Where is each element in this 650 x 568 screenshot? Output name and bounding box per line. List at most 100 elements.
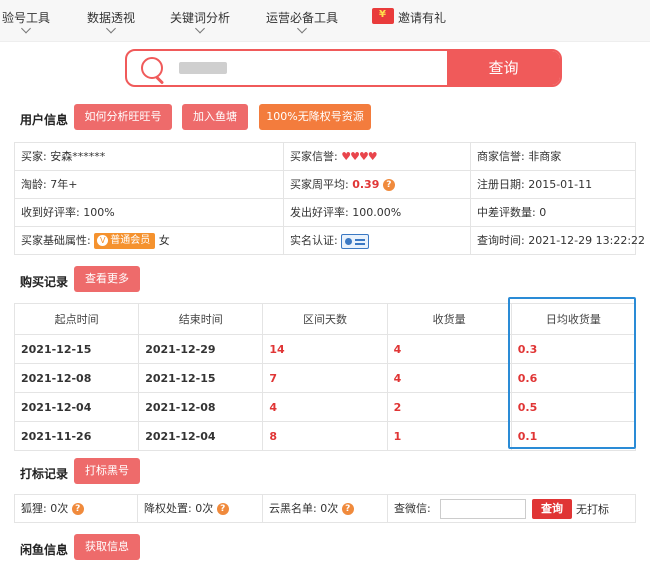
search-bar: 查询 [125,49,562,87]
fox-value: 0次 [50,502,69,515]
query-time-cell: 查询时间: 2021-12-29 13:22:22 [470,226,645,255]
received-rate-value: 100% [83,206,115,219]
nav-item-account-check[interactable]: 验号工具 [2,9,50,34]
help-icon[interactable]: ? [71,503,84,515]
how-to-analyze-button[interactable]: 如何分析旺旺号 [74,104,172,130]
help-icon[interactable]: ? [382,179,395,191]
gender-value: 女 [158,234,170,247]
nav-item-keyword-analysis[interactable]: 关键词分析 [170,9,230,34]
idle-fish-title: 闲鱼信息 [20,543,69,557]
view-more-button[interactable]: 查看更多 [74,266,140,292]
col-end-time: 结束时间 [138,303,264,335]
help-icon[interactable]: ? [341,503,354,515]
table-row: 2021-11-26 2021-12-04 8 1 0.1 [13,421,637,451]
days: 4 [262,392,388,422]
daily-avg: 0.1 [510,421,637,451]
received: 2 [386,392,512,422]
end-time: 2021-12-15 [138,363,264,393]
account-age-value: 7年+ [50,178,78,191]
col-daily-avg: 日均收货量 [510,303,637,335]
get-info-button[interactable]: 获取信息 [74,534,140,560]
weekly-avg-label: 买家周平均: [290,178,349,191]
daily-avg: 0.6 [510,363,637,393]
search-button[interactable]: 查询 [447,51,560,85]
user-info-title: 用户信息 [20,113,69,127]
join-pond-button[interactable]: 加入鱼塘 [182,104,248,130]
buyer-value: 安森****** [50,150,106,163]
account-age-label: 淘龄: [21,178,47,191]
blacklist-cell: 云黑名单: 0次 ? [262,494,388,523]
vip-icon: V [97,235,109,246]
buyer-credit-label: 买家信誉: [290,150,338,163]
register-date-cell: 注册日期: 2015-01-11 [470,170,636,199]
table-row: 2021-12-04 2021-12-08 4 2 0.5 [13,392,637,422]
purchase-table: 起点时间 结束时间 区间天数 收货量 日均收货量 2021-12-15 2021… [13,303,637,451]
seller-credit-value: 非商家 [528,150,562,163]
info-row: 收到好评率: 100% 发出好评率: 100.00% 中差评数量: 0 [14,198,636,227]
demotion-label: 降权处置: [144,502,192,515]
id-card-icon [341,233,370,249]
demotion-cell: 降权处置: 0次 ? [137,494,263,523]
buyer-cell: 买家: 安森****** [14,142,284,171]
realname-label: 实名认证: [290,234,338,247]
table-header-row: 起点时间 结束时间 区间天数 收货量 日均收货量 [13,303,637,335]
given-rate-value: 100.00% [352,206,402,219]
end-time: 2021-12-04 [138,421,264,451]
given-rate-label: 发出好评率: [290,206,349,219]
start-time: 2021-12-15 [13,334,140,364]
wechat-query-button[interactable]: 查询 [532,499,572,519]
received: 1 [386,421,512,451]
mark-black-button[interactable]: 打标黑号 [74,458,140,484]
bad-review-cell: 中差评数量: 0 [470,198,636,227]
help-icon[interactable]: ? [216,503,229,515]
start-time: 2021-12-08 [13,363,140,393]
heart-rating-icon: ♥♥♥♥ [341,150,377,163]
clean-accounts-button[interactable]: 100%无降权号资源 [259,104,371,130]
received: 4 [386,334,512,364]
account-age-cell: 淘龄: 7年+ [14,170,284,199]
end-time: 2021-12-08 [138,392,264,422]
daily-avg: 0.5 [510,392,637,422]
search-icon [141,57,163,79]
nav-item-invite[interactable]: 邀请有礼 [398,9,446,26]
end-time: 2021-12-29 [138,334,264,364]
chevron-down-icon [297,23,307,34]
info-row: 买家: 安森****** 买家信誉: ♥♥♥♥ 商家信誉: 非商家 [14,142,636,171]
given-rate-cell: 发出好评率: 100.00% [283,198,471,227]
chevron-down-icon [106,23,116,34]
chevron-down-icon [195,23,205,34]
mark-title: 打标记录 [20,467,69,481]
table-row: 2021-12-08 2021-12-15 7 4 0.6 [13,363,637,393]
search-input[interactable] [175,57,445,79]
weekly-avg-cell: 买家周平均: 0.39 ? [283,170,471,199]
member-badge: V 普通会员 [94,233,156,249]
table-row: 2021-12-15 2021-12-29 14 4 0.3 [13,334,637,364]
info-row: 买家基础属性: V 普通会员 女 实名认证: 查询时间: 2021-12-29 1… [14,226,645,255]
nav-item-ops-tools[interactable]: 运营必备工具 [266,9,338,34]
chevron-down-icon [21,23,31,34]
received-rate-cell: 收到好评率: 100% [14,198,284,227]
wechat-label: 查微信: [394,502,431,515]
blacklist-value: 0次 [320,502,339,515]
red-envelope-icon [372,8,394,24]
days: 7 [262,363,388,393]
col-received: 收货量 [386,303,512,335]
buyer-label: 买家: [21,150,47,163]
col-days: 区间天数 [262,303,388,335]
demotion-value: 0次 [195,502,214,515]
received: 4 [386,363,512,393]
daily-avg: 0.3 [510,334,637,364]
days: 8 [262,421,388,451]
register-date-value: 2015-01-11 [528,178,593,191]
wechat-input[interactable] [440,499,526,519]
buyer-credit-cell: 买家信誉: ♥♥♥♥ [283,142,471,171]
bad-review-value: 0 [539,206,547,219]
received-rate-label: 收到好评率: [21,206,80,219]
mark-row: 狐狸: 0次 ? 降权处置: 0次 ? 云黑名单: 0次 ? 查微信: 查询 无… [14,494,636,523]
query-time-label: 查询时间: [477,234,525,247]
register-date-label: 注册日期: [477,178,525,191]
fox-label: 狐狸: [21,502,47,515]
nav-item-data-pivot[interactable]: 数据透视 [87,9,135,34]
query-time-value: 2021-12-29 13:22:22 [528,234,646,247]
weekly-avg-value: 0.39 [352,178,380,191]
